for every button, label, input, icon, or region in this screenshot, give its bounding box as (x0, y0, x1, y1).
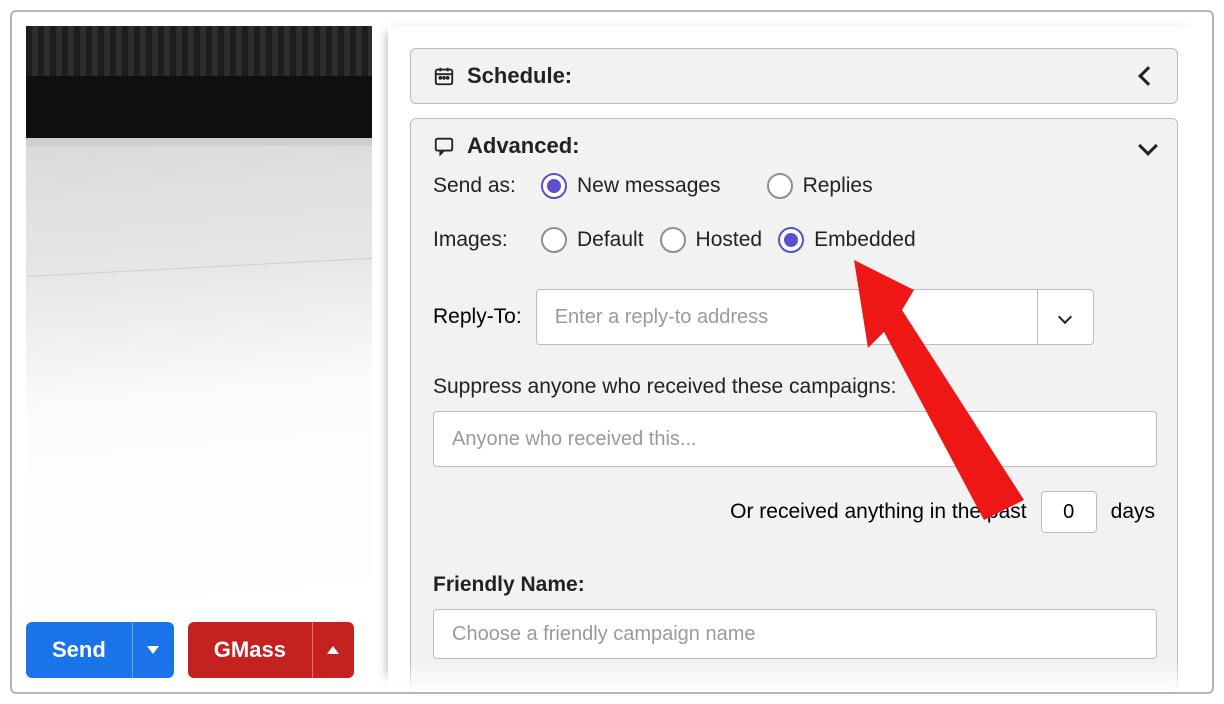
radio-images-default-label: Default (577, 228, 644, 252)
chevron-left-icon (1138, 66, 1158, 86)
advanced-section: Advanced: Send as: New messages Replies (410, 118, 1178, 690)
reply-to-label: Reply-To: (433, 305, 522, 329)
radio-images-hosted[interactable]: Hosted (660, 227, 763, 253)
send-button[interactable]: Send (26, 622, 132, 678)
friendly-name-label: Friendly Name: (411, 573, 1177, 597)
send-button-group: Send (26, 622, 174, 678)
past-days-prefix: Or received anything in the past (730, 500, 1027, 524)
schedule-title: Schedule: (467, 63, 572, 89)
compose-action-buttons: Send GMass (26, 622, 354, 678)
gmass-settings-panel: Schedule: Advanced: (388, 26, 1200, 682)
send-as-label: Send as: (433, 174, 525, 198)
radio-replies[interactable]: Replies (767, 173, 873, 199)
radio-images-embedded-label: Embedded (814, 228, 916, 252)
reply-to-dropdown-button[interactable] (1037, 290, 1093, 344)
reply-to-row: Reply-To: (411, 289, 1177, 345)
reply-to-combo (536, 289, 1094, 345)
radio-new-messages-label: New messages (577, 174, 721, 198)
send-button-label: Send (52, 637, 106, 663)
chevron-down-icon (1058, 310, 1072, 324)
triangle-up-icon (327, 646, 339, 654)
images-label: Images: (433, 228, 525, 252)
suppress-label: Suppress anyone who received these campa… (411, 375, 1177, 399)
send-as-row: Send as: New messages Replies (411, 167, 1177, 205)
friendly-name-input[interactable] (433, 609, 1157, 659)
past-days-input[interactable] (1041, 491, 1097, 533)
images-row: Images: Default Hosted Embedded (411, 221, 1177, 259)
past-days-suffix: days (1111, 500, 1155, 524)
past-days-row: Or received anything in the past days (411, 491, 1177, 533)
reply-to-input[interactable] (537, 290, 1037, 344)
gmass-button-label: GMass (214, 637, 286, 663)
chevron-down-icon (1138, 136, 1158, 156)
advanced-header[interactable]: Advanced: (411, 119, 1177, 167)
gmass-dropdown-button[interactable] (312, 622, 354, 678)
gmass-button[interactable]: GMass (188, 622, 312, 678)
radio-replies-label: Replies (803, 174, 873, 198)
compose-image-preview (26, 26, 372, 608)
calendar-icon (433, 65, 455, 87)
message-icon (433, 135, 455, 157)
radio-images-hosted-label: Hosted (696, 228, 763, 252)
suppress-input[interactable] (433, 411, 1157, 467)
gmass-button-group: GMass (188, 622, 354, 678)
send-dropdown-button[interactable] (132, 622, 174, 678)
radio-new-messages[interactable]: New messages (541, 173, 721, 199)
advanced-title: Advanced: (467, 133, 579, 159)
screenshot-frame: Schedule: Advanced: (10, 10, 1214, 694)
schedule-section[interactable]: Schedule: (410, 48, 1178, 104)
radio-images-embedded[interactable]: Embedded (778, 227, 916, 253)
radio-images-default[interactable]: Default (541, 227, 644, 253)
triangle-down-icon (147, 646, 159, 654)
